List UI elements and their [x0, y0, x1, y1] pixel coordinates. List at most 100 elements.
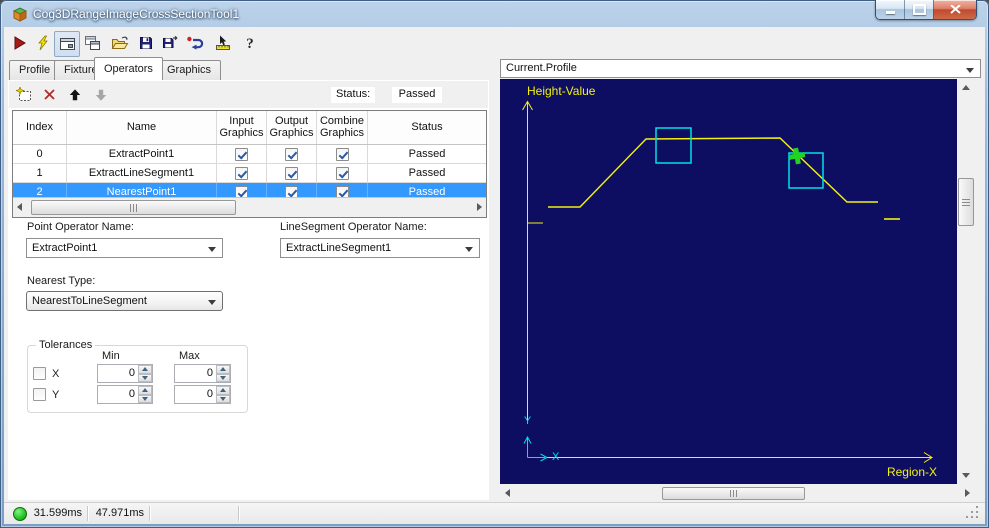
move-operator-up-button[interactable] [65, 85, 84, 104]
cell-index: 0 [13, 145, 67, 163]
output-graphics-checkbox[interactable] [285, 166, 298, 180]
tolerance-x-label: X [52, 368, 60, 380]
table-hscrollbar[interactable] [13, 197, 486, 217]
measure-button[interactable] [211, 31, 235, 55]
table-row[interactable]: 0 ExtractPoint1 Passed [13, 145, 486, 164]
scroll-thumb[interactable] [958, 178, 974, 226]
column-header-input-graphics[interactable]: Input Graphics [217, 111, 267, 144]
delete-operator-button[interactable] [40, 85, 59, 104]
help-button[interactable]: ? [238, 31, 262, 55]
column-header-name[interactable]: Name [67, 111, 217, 144]
spin-down-button[interactable] [138, 373, 152, 382]
spin-up-button[interactable] [138, 365, 152, 374]
spin-down-button[interactable] [216, 394, 230, 403]
scroll-up-arrow[interactable] [962, 85, 970, 90]
origin-y-label: Y [524, 415, 532, 427]
search-region-box[interactable] [655, 127, 692, 164]
spinner-value[interactable]: 0 [175, 365, 216, 382]
operator-table: Index Name Input Graphics Output Graphic… [12, 110, 487, 218]
tool-edit-window: Cog3DRangeImageCrossSectionTool1 ? Profi… [0, 0, 989, 528]
reset-button[interactable] [183, 31, 207, 55]
display-source-combobox[interactable]: Current.Profile [500, 59, 981, 78]
add-operator-button[interactable] [14, 85, 33, 104]
nearest-type-combobox[interactable]: NearestToLineSegment [26, 291, 223, 311]
show-floating-display-button[interactable] [80, 31, 104, 55]
spin-up-button[interactable] [216, 386, 230, 395]
tolerance-y-min-spinner: 0 [97, 385, 153, 404]
show-tool-display-button[interactable] [54, 31, 80, 57]
spin-down-button[interactable] [216, 373, 230, 382]
display-vscrollbar[interactable] [957, 79, 975, 484]
linesegment-operator-label: LineSegment Operator Name: [280, 221, 427, 233]
column-header-combine-graphics[interactable]: Combine Graphics [317, 111, 368, 144]
max-column-label: Max [179, 350, 200, 362]
tab-label: Profile [19, 64, 51, 76]
tab-operators[interactable]: Operators [94, 57, 163, 80]
cell-index: 1 [13, 164, 67, 182]
minimize-button[interactable] [876, 0, 904, 19]
output-graphics-checkbox[interactable] [285, 147, 298, 161]
run-button[interactable] [8, 31, 32, 55]
cell-status: Passed [408, 167, 446, 179]
nearest-type-label: Nearest Type: [27, 275, 96, 287]
run-status-indicator [13, 507, 27, 521]
scroll-thumb[interactable] [662, 487, 805, 500]
trigger-button[interactable] [31, 31, 55, 55]
move-operator-down-button[interactable] [91, 85, 110, 104]
input-graphics-checkbox[interactable] [235, 166, 248, 180]
status-label: Status: [331, 87, 376, 103]
scroll-right-arrow[interactable] [965, 489, 970, 497]
spinner-value[interactable]: 0 [175, 386, 216, 403]
spinner-value[interactable]: 0 [98, 386, 138, 403]
spin-up-button[interactable] [138, 386, 152, 395]
save-as-icon [162, 35, 177, 48]
tab-graphics[interactable]: Graphics [157, 60, 222, 80]
save-as-button[interactable] [158, 31, 182, 55]
nearest-point-marker [788, 147, 806, 165]
column-header-index[interactable]: Index [13, 111, 67, 144]
spinner-value[interactable]: 0 [98, 365, 138, 382]
scroll-thumb[interactable] [31, 200, 236, 215]
reset-icon [187, 36, 204, 50]
status-bar: 31.599ms 47.971ms [4, 502, 985, 524]
column-header-output-graphics[interactable]: Output Graphics [267, 111, 317, 144]
column-header-status[interactable]: Status [368, 111, 486, 144]
tolerance-y-max-spinner: 0 [174, 385, 231, 404]
floating-display-icon [84, 36, 100, 50]
combine-graphics-checkbox[interactable] [335, 166, 349, 180]
tolerance-y-label: Y [52, 389, 60, 401]
spin-down-button[interactable] [138, 394, 152, 403]
scroll-left-arrow[interactable] [505, 489, 510, 497]
scroll-right-arrow[interactable] [477, 203, 482, 211]
execution-time: 31.599ms [33, 507, 82, 519]
tolerance-x-max-spinner: 0 [174, 364, 231, 383]
cell-name: ExtractLineSegment1 [67, 164, 217, 182]
spin-up-button[interactable] [216, 365, 230, 374]
tolerances-title: Tolerances [36, 339, 96, 351]
origin-x-label: X [552, 451, 560, 463]
status-value: Passed [392, 87, 442, 103]
cell-name: ExtractPoint1 [67, 145, 217, 163]
open-button[interactable] [108, 31, 132, 55]
display-hscrollbar[interactable] [500, 486, 975, 501]
scroll-down-arrow[interactable] [962, 473, 970, 478]
run-icon [14, 36, 26, 50]
table-row[interactable]: 1 ExtractLineSegment1 Passed [13, 164, 486, 183]
operators-tab-page: Status: Passed Index Name Input Graphics… [8, 80, 489, 500]
resize-grip[interactable] [976, 516, 978, 518]
tolerance-x-checkbox[interactable] [33, 367, 46, 380]
save-button[interactable] [134, 31, 158, 55]
input-graphics-checkbox[interactable] [235, 147, 248, 161]
combobox-value: ExtractLineSegment1 [286, 242, 392, 254]
profile-polyline [548, 137, 878, 208]
combine-graphics-checkbox[interactable] [335, 147, 349, 161]
profile-display[interactable]: Height-Value Region-X Y X [500, 79, 957, 484]
point-operator-combobox[interactable]: ExtractPoint1 [26, 238, 223, 258]
linesegment-operator-combobox[interactable]: ExtractLineSegment1 [280, 238, 480, 258]
scroll-left-arrow[interactable] [17, 203, 22, 211]
tolerance-y-checkbox[interactable] [33, 388, 46, 401]
chevron-down-icon [465, 247, 473, 252]
close-button[interactable] [933, 0, 976, 19]
maximize-button[interactable] [904, 0, 933, 19]
tab-profile[interactable]: Profile [9, 60, 61, 80]
